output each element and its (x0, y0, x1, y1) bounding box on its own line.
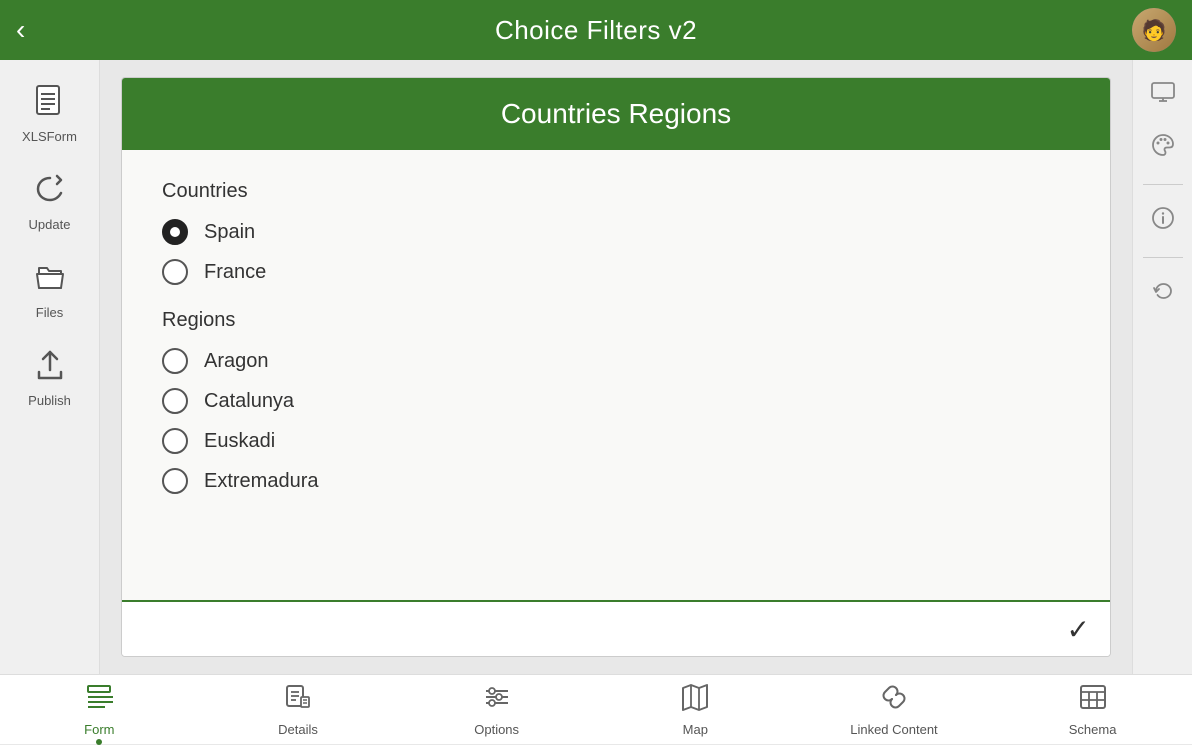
tab-details-label: Details (278, 722, 318, 737)
app-title: Choice Filters v2 (495, 15, 697, 46)
country-france[interactable]: France (162, 259, 1070, 285)
form-title: Countries Regions (501, 98, 731, 129)
map-tab-icon (681, 683, 709, 718)
sidebar-item-publish[interactable]: Publish (0, 334, 99, 422)
left-sidebar: XLSForm Update Files (0, 60, 100, 674)
region-euskadi[interactable]: Euskadi (162, 428, 1070, 454)
tab-options[interactable]: Options (447, 683, 547, 737)
sidebar-publish-label: Publish (28, 393, 71, 408)
publish-icon (33, 348, 67, 387)
avatar-image: 🧑 (1132, 8, 1176, 52)
country-france-label: France (204, 261, 266, 284)
radio-euskadi[interactable] (162, 428, 188, 454)
monitor-icon[interactable] (1150, 80, 1176, 112)
form-card: Countries Regions Countries Spain France… (121, 77, 1111, 657)
details-tab-icon (284, 683, 312, 718)
sidebar-item-files[interactable]: Files (0, 246, 99, 334)
center-content: Countries Regions Countries Spain France… (100, 60, 1132, 674)
tab-map-label: Map (683, 722, 708, 737)
tab-schema[interactable]: Schema (1043, 683, 1143, 737)
back-button[interactable]: ‹ (16, 16, 25, 44)
tab-schema-label: Schema (1069, 722, 1117, 737)
form-card-body: Countries Spain France Regions Aragon (122, 150, 1110, 600)
tab-map[interactable]: Map (645, 683, 745, 737)
radio-catalunya[interactable] (162, 388, 188, 414)
radio-spain[interactable] (162, 219, 188, 245)
options-tab-icon (483, 683, 511, 718)
update-icon (33, 172, 67, 211)
sidebar-item-xlsform[interactable]: XLSForm (0, 70, 99, 158)
files-icon (33, 260, 67, 299)
palette-icon[interactable] (1150, 132, 1176, 164)
linked-content-tab-icon (880, 683, 908, 718)
region-euskadi-label: Euskadi (204, 430, 275, 453)
tab-form-label: Form (84, 722, 114, 737)
radio-france[interactable] (162, 259, 188, 285)
radio-aragon[interactable] (162, 348, 188, 374)
radio-extremadura[interactable] (162, 468, 188, 494)
sidebar-xlsform-label: XLSForm (22, 129, 77, 144)
info-icon[interactable] (1150, 205, 1176, 237)
top-bar: ‹ Choice Filters v2 🧑 (0, 0, 1192, 60)
main-layout: XLSForm Update Files (0, 60, 1192, 674)
tab-linked-content[interactable]: Linked Content (844, 683, 944, 737)
tab-options-label: Options (474, 722, 519, 737)
form-tab-icon (85, 683, 113, 718)
countries-label: Countries (162, 180, 1070, 203)
region-catalunya-label: Catalunya (204, 390, 294, 413)
form-card-footer: ✓ (122, 600, 1110, 656)
region-extremadura-label: Extremadura (204, 470, 319, 493)
tab-form[interactable]: Form (49, 683, 149, 737)
tab-details[interactable]: Details (248, 683, 348, 737)
xlsform-icon (33, 84, 67, 123)
tab-linked-content-label: Linked Content (850, 722, 937, 737)
regions-label: Regions (162, 309, 1070, 332)
region-aragon-label: Aragon (204, 350, 269, 373)
bottom-bar: Form Details (0, 674, 1192, 744)
country-spain[interactable]: Spain (162, 219, 1070, 245)
confirm-button[interactable]: ✓ (1067, 613, 1090, 646)
right-divider (1143, 184, 1183, 185)
sidebar-files-label: Files (36, 305, 63, 320)
right-divider-2 (1143, 257, 1183, 258)
form-card-header: Countries Regions (122, 78, 1110, 150)
undo-icon[interactable] (1150, 278, 1176, 310)
country-spain-label: Spain (204, 221, 255, 244)
region-catalunya[interactable]: Catalunya (162, 388, 1070, 414)
sidebar-item-update[interactable]: Update (0, 158, 99, 246)
sidebar-update-label: Update (29, 217, 71, 232)
avatar[interactable]: 🧑 (1132, 8, 1176, 52)
schema-tab-icon (1079, 683, 1107, 718)
region-extremadura[interactable]: Extremadura (162, 468, 1070, 494)
right-sidebar (1132, 60, 1192, 674)
region-aragon[interactable]: Aragon (162, 348, 1070, 374)
